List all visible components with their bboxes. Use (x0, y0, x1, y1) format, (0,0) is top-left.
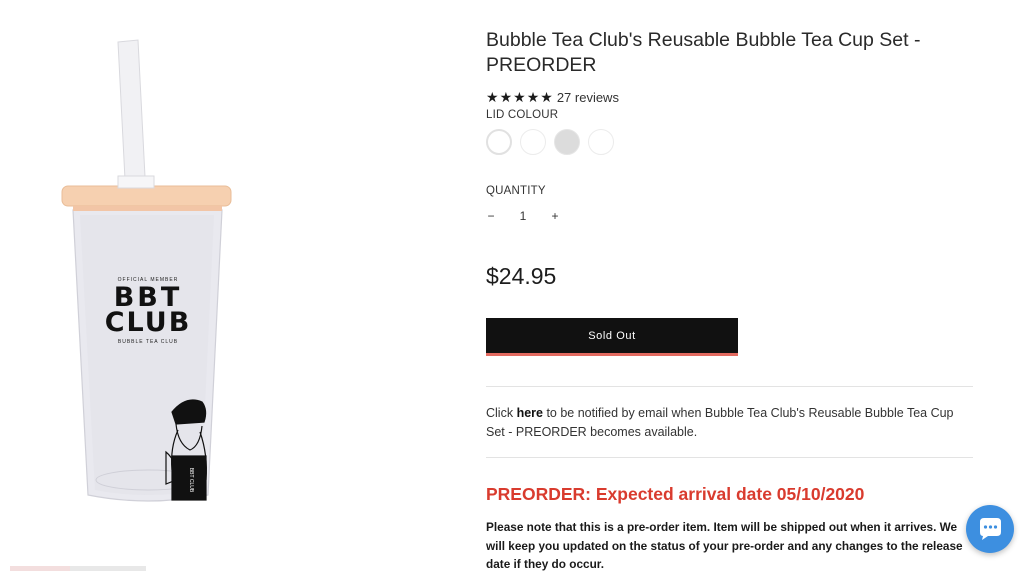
star-icon: ★ (499, 89, 513, 105)
notify-message: Click here to be notified by email when … (486, 404, 956, 442)
lid-colour-label: LID COLOUR (486, 109, 559, 121)
quantity-increase-button[interactable]: + (550, 209, 560, 223)
product-price: $24.95 (486, 263, 557, 289)
cup-logo-bottom: BUBBLE TEA CLUB (118, 339, 178, 345)
star-icon: ★ (513, 89, 526, 105)
cup-lid (61, 185, 232, 207)
swatch-grey[interactable] (554, 129, 580, 155)
product-image[interactable]: OFFICIAL MEMBER BBT CLUB BUBBLE TEA CLUB… (0, 0, 300, 571)
star-icon: ★ (486, 89, 499, 105)
divider (486, 386, 973, 387)
quantity-label: QUANTITY (486, 185, 546, 197)
sold-out-button[interactable]: Sold Out (486, 318, 738, 356)
thumbnail-strip[interactable] (10, 566, 146, 571)
swatch-white-2[interactable] (588, 129, 614, 155)
lid-colour-swatches (486, 129, 622, 155)
chat-bubble-icon (980, 518, 1001, 540)
reviews-count[interactable]: 27 reviews (557, 90, 619, 105)
notify-here-link[interactable]: here (517, 406, 543, 420)
swatch-white-selected[interactable] (486, 129, 512, 155)
product-rating[interactable]: ★ ★ ★ ★ ★ 27 reviews (486, 89, 619, 105)
preorder-note: Please note that this is a pre-order ite… (486, 520, 963, 571)
cup-small-logo: BBT CLUB (188, 468, 194, 493)
notify-text-before: Click (486, 406, 517, 420)
chat-widget-button[interactable] (966, 505, 1014, 553)
star-icon: ★ (526, 89, 540, 105)
quantity-decrease-button[interactable]: − (486, 209, 496, 223)
product-title: Bubble Tea Club's Reusable Bubble Tea Cu… (486, 29, 921, 76)
divider (486, 457, 973, 458)
quantity-stepper: − 1 + (486, 209, 560, 223)
quantity-value[interactable]: 1 (496, 209, 550, 223)
swatch-white[interactable] (520, 129, 546, 155)
star-icon: ★ (540, 89, 553, 105)
notify-text-after: to be notified by email when Bubble Tea … (486, 406, 954, 439)
cup-logo-main-2: CLUB (105, 307, 192, 338)
preorder-heading: PREORDER: Expected arrival date 05/10/20… (486, 484, 865, 504)
